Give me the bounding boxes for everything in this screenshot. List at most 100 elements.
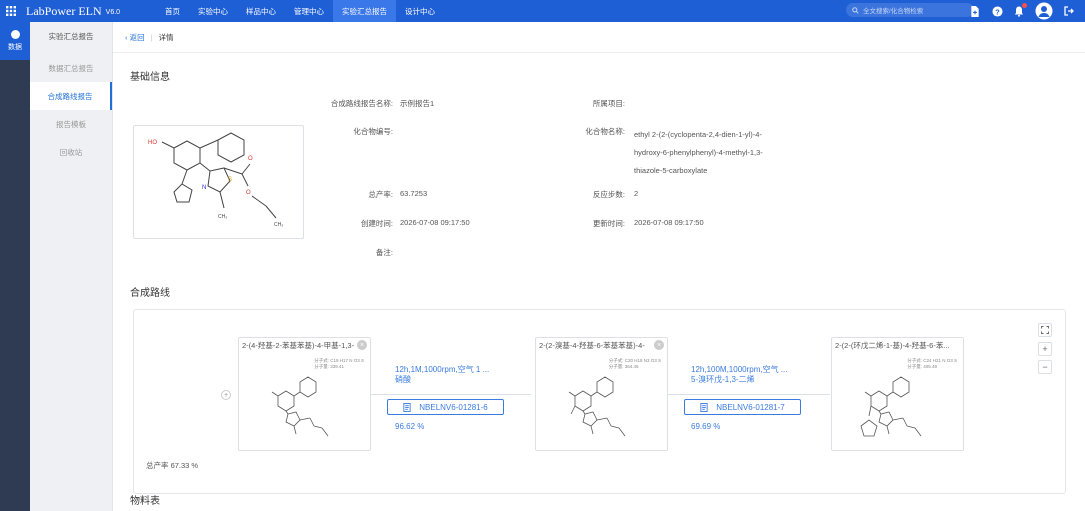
search-placeholder: 全文搜索/化合物检索 [863, 8, 924, 15]
svg-text:S: S [228, 177, 232, 183]
basic-info-title: 基础信息 [130, 72, 170, 83]
notification-bell-icon[interactable] [1013, 3, 1027, 17]
svg-text:O: O [246, 190, 251, 196]
compound-name-value: ethyl 2-(2-(cyclopenta-2,4-dien-1-yl)-4-… [634, 126, 794, 180]
breadcrumb: ‹ 返回 | 详情 [113, 22, 1085, 53]
svg-text:HO: HO [148, 140, 157, 146]
synthesis-route-canvas[interactable]: + 2-(4-羟基-2-苯基苯基)-4-甲基-1,3- × 分子式: C19 H… [133, 309, 1066, 494]
reaction-conditions-2[interactable]: 12h,100M,1000rpm,空气 ... 5-溴环戊-1,3-二烯 [691, 365, 788, 385]
left-rail: 数据 [0, 22, 30, 511]
reaction-steps-value: 2 [634, 189, 639, 198]
nav-home[interactable]: 首页 [156, 0, 189, 22]
logout-icon[interactable] [1063, 5, 1075, 17]
created-time-value: 2026-07-08 09:17:50 [400, 218, 470, 227]
compound-card-title: 2-(2-(环戊二烯-1-基)-4-羟基-6-苯... [835, 341, 950, 350]
reaction-reagent-text: 硝酸 [395, 375, 411, 384]
notebook-link-button-1[interactable]: NBELNV6-01281-6 [387, 399, 504, 415]
compound-card-2[interactable]: 2-(2-溴基-4-羟基-6-苯基苯基)-4- × 分子式: C20 H18 N… [535, 337, 668, 451]
notebook-id: NBELNV6-01281-7 [716, 402, 785, 412]
svg-text:O: O [248, 156, 253, 162]
updated-time-value: 2026-07-08 09:17:50 [634, 218, 704, 227]
data-icon [10, 30, 20, 39]
logo-text: LabPower ELN [26, 3, 102, 18]
compound-name-line-1: ethyl 2-(2-(cyclopenta-2,4-dien-1-yl)-4- [634, 130, 762, 139]
total-yield-label: 总产率: [368, 190, 393, 199]
compound-structure-image: HO S N O O CH₃ CH₃ [133, 125, 304, 239]
compound-name-line-3: thiazole-5-carboxylate [634, 166, 708, 175]
step-yield-2: 69.69 % [691, 422, 721, 431]
sidebar-item-route-report[interactable]: 合成路线报告 [30, 82, 112, 110]
sidebar-item-report-summary[interactable]: 实验汇总报告 [30, 22, 112, 50]
compound-card-meta: 分子式: C19 H17 N O3 S 分子量: 339.41 [314, 358, 364, 370]
compound-structure-thumbnail [860, 376, 922, 437]
compound-card-title: 2-(4-羟基-2-苯基苯基)-4-甲基-1,3- [242, 341, 355, 350]
notebook-link-button-2[interactable]: NBELNV6-01281-7 [684, 399, 801, 415]
total-yield-value: 63.7253 [400, 189, 428, 198]
help-icon[interactable]: ? [991, 5, 1003, 17]
reaction-reagent-text: 5-溴环戊-1,3-二烯 [691, 375, 755, 384]
compound-weight: 分子量: 405.49 [907, 364, 937, 369]
nav-experiment-center[interactable]: 实验中心 [189, 0, 237, 22]
remove-compound-icon[interactable]: × [357, 340, 367, 350]
nav-experiment-report[interactable]: 实验汇总报告 [333, 0, 396, 22]
remove-compound-icon[interactable]: × [654, 340, 664, 350]
reaction-steps-label: 反应步数: [592, 190, 625, 199]
compound-weight: 分子量: 364.45 [608, 364, 639, 369]
zoom-in-button[interactable]: + [1038, 342, 1052, 356]
compound-no-label: 化合物编号: [353, 127, 393, 136]
notebook-id: NBELNV6-01281-6 [419, 402, 488, 412]
compound-card-meta: 分子式: C24 H21 N O3 S 分子量: 405.49 [907, 358, 957, 370]
nav-sample-center[interactable]: 样品中心 [237, 0, 285, 22]
compound-name-line-2: hydroxy-6-phenylphenyl)-4-methyl-1,3- [634, 148, 763, 157]
route-section-title: 合成路线 [130, 288, 170, 299]
nav-design-center[interactable]: 设计中心 [396, 0, 444, 22]
svg-text:N: N [202, 185, 206, 191]
compound-card-meta: 分子式: C20 H18 N3 O3 S 分子量: 364.45 [609, 358, 661, 370]
created-time-label: 创建时间: [360, 219, 393, 228]
project-label: 所属项目: [592, 99, 625, 108]
nav-management-center[interactable]: 管理中心 [285, 0, 333, 22]
sidebar-item-data-report[interactable]: 数据汇总报告 [30, 54, 112, 82]
app-logo[interactable]: LabPower ELN V6.0 [26, 4, 156, 19]
compound-card-title: 2-(2-溴基-4-羟基-6-苯基苯基)-4- [539, 341, 645, 350]
compound-card-1[interactable]: 2-(4-羟基-2-苯基苯基)-4-甲基-1,3- × 分子式: C19 H17… [238, 337, 371, 451]
route-total-yield: 总产率 67.33 % [146, 461, 199, 470]
rail-data-tab[interactable]: 数据 [0, 22, 30, 60]
add-step-icon[interactable]: + [221, 390, 231, 400]
document-icon [403, 402, 411, 412]
app-version: V6.0 [105, 9, 121, 16]
apps-grid-icon[interactable] [0, 0, 22, 22]
compound-structure-thumbnail [568, 376, 626, 437]
reaction-condition-text: 12h,1M,1000rpm,空气 1 ... [395, 365, 490, 374]
secondary-sidebar: 实验汇总报告 数据汇总报告 合成路线报告 报告模板 回收站 [30, 22, 113, 511]
reaction-conditions-1[interactable]: 12h,1M,1000rpm,空气 1 ... 硝酸 [395, 365, 489, 385]
sidebar-item-report-template[interactable]: 报告模板 [30, 110, 112, 138]
updated-time-label: 更新时间: [592, 219, 625, 228]
fullscreen-icon[interactable] [1038, 323, 1052, 337]
report-name-label: 合成路线报告名称: [330, 99, 393, 108]
reaction-condition-text: 12h,100M,1000rpm,空气 ... [691, 365, 788, 374]
main-content: ‹ 返回 | 详情 基础信息 HO S N O O CH₃ CH₃ 合成路线报告… [113, 22, 1085, 511]
zoom-out-button[interactable]: − [1038, 360, 1052, 374]
back-label: 返回 [129, 32, 145, 42]
compound-card-3[interactable]: 2-(2-(环戊二烯-1-基)-4-羟基-6-苯... 分子式: C24 H21… [831, 337, 964, 451]
document-icon [700, 402, 708, 412]
breadcrumb-current: 详情 [158, 32, 174, 42]
report-name-value: 示例报告1 [400, 99, 435, 108]
step-yield-1: 96.62 % [395, 422, 425, 431]
compound-name-label: 化合物名称: [585, 127, 625, 136]
global-search-input[interactable]: 全文搜索/化合物检索 [846, 3, 974, 17]
rail-data-label: 数据 [8, 44, 22, 51]
svg-text:?: ? [995, 7, 1000, 16]
compound-structure-thumbnail [271, 376, 329, 437]
route-connector [668, 394, 830, 395]
svg-text:CH₃: CH₃ [274, 222, 283, 228]
back-link[interactable]: ‹ 返回 [125, 32, 145, 43]
compound-weight: 分子量: 339.41 [314, 364, 344, 369]
svg-text:CH₃: CH₃ [218, 214, 227, 220]
sidebar-item-recycle-bin[interactable]: 回收站 [30, 138, 112, 166]
new-document-icon[interactable] [969, 5, 981, 17]
user-avatar[interactable] [1035, 2, 1053, 20]
notification-badge [1022, 3, 1027, 8]
materials-section-title: 物料表 [130, 496, 160, 507]
